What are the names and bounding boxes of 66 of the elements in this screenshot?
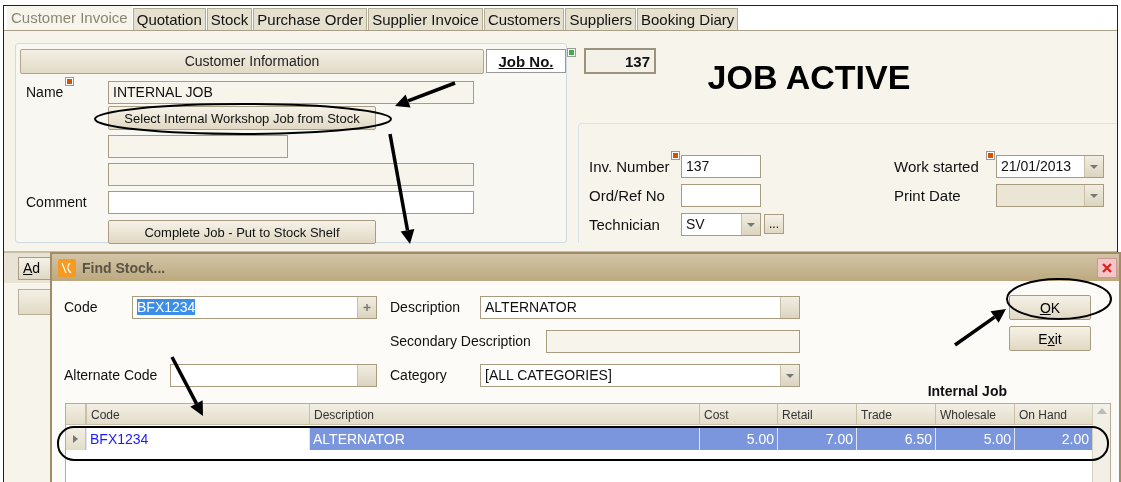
text-field[interactable] xyxy=(108,134,288,158)
field-label: Inv. Number xyxy=(589,157,681,175)
alternate-code-field[interactable] xyxy=(170,363,377,387)
job-number-label: Job No. xyxy=(486,49,566,73)
column-header[interactable]: Wholesale xyxy=(935,404,1014,424)
scroll-up-icon[interactable] xyxy=(1096,408,1107,414)
field-label: Print Date xyxy=(894,186,962,204)
text-field[interactable]: 137 xyxy=(681,154,761,178)
table-cell: 6.50 xyxy=(856,427,935,450)
field-label: Secondary Description xyxy=(390,333,532,349)
text-field[interactable] xyxy=(681,183,761,207)
table-cell: ALTERNATOR xyxy=(309,427,699,450)
annotation-arrow xyxy=(170,356,203,416)
secondary-description-field[interactable] xyxy=(546,329,800,353)
table-cell: 5.00 xyxy=(935,427,1014,450)
browse-button[interactable]: ... xyxy=(764,214,784,234)
complete-job-button[interactable]: Complete Job - Put to Stock Shelf xyxy=(108,220,376,244)
text-field[interactable] xyxy=(108,162,474,186)
tab[interactable]: Booking Diary xyxy=(637,8,739,30)
column-header[interactable]: Description xyxy=(309,404,699,424)
field-label: Ord/Ref No xyxy=(589,186,666,204)
combo-field[interactable]: 21/01/2013 xyxy=(996,154,1104,178)
table-cell: BFX1234 xyxy=(86,427,309,450)
dropdown-icon[interactable] xyxy=(780,364,799,386)
name-field[interactable]: INTERNAL JOB xyxy=(108,80,474,104)
dialog-title: Find Stock... xyxy=(82,259,166,276)
job-number-field: 137 xyxy=(584,48,656,74)
dropdown-icon[interactable] xyxy=(741,213,760,235)
app-icon xyxy=(58,258,76,277)
table-row[interactable]: BFX1234 ALTERNATOR 5.00 7.00 6.50 5.00 2.00 xyxy=(66,427,1092,450)
tab[interactable]: Supplier Invoice xyxy=(368,8,483,30)
table-cell: 7.00 xyxy=(777,427,856,450)
grid-header-stub xyxy=(18,289,52,315)
job-status: JOB ACTIVE xyxy=(707,57,911,97)
field-label: Work started xyxy=(894,157,996,175)
dialog-button[interactable]: OK xyxy=(1009,295,1091,320)
comment-field[interactable] xyxy=(108,190,474,214)
combo-field[interactable]: SV xyxy=(681,212,761,236)
status-marker-icon xyxy=(568,48,575,56)
plus-icon[interactable] xyxy=(357,296,376,318)
tab[interactable]: Purchase Order xyxy=(253,8,368,30)
tab[interactable]: Suppliers xyxy=(565,8,636,30)
select-stock-button[interactable]: Select Internal Workshop Job from Stock xyxy=(108,106,376,130)
field-label: Name xyxy=(20,84,108,100)
column-header[interactable]: Cost xyxy=(699,404,777,424)
table-cell: 5.00 xyxy=(699,427,777,450)
tab[interactable]: Customers xyxy=(483,8,565,30)
category-field[interactable]: [ALL CATEGORIES] xyxy=(480,363,800,387)
field-label: Technician xyxy=(589,215,661,233)
tab[interactable]: Quotation xyxy=(132,8,206,30)
field-label: Comment xyxy=(25,194,88,210)
tab[interactable]: Stock xyxy=(206,8,253,30)
field-label: Category xyxy=(390,367,448,383)
dropdown-icon[interactable] xyxy=(1084,155,1103,177)
description-field[interactable]: ALTERNATOR xyxy=(480,295,800,319)
dialog-button[interactable]: Exit xyxy=(1009,326,1091,351)
column-header[interactable]: Retail xyxy=(777,404,856,424)
annotation-arrow xyxy=(954,309,1006,347)
column-header[interactable]: Trade xyxy=(856,404,935,424)
grid-caption: Internal Job xyxy=(927,383,1007,401)
field-label: Alternate Code xyxy=(64,367,159,383)
field-label: Description xyxy=(390,299,462,315)
field-label: Code xyxy=(64,299,99,315)
row-pointer-icon xyxy=(73,434,78,443)
annotation-arrow xyxy=(395,81,456,108)
section-header-button[interactable]: Customer Information xyxy=(20,48,484,74)
